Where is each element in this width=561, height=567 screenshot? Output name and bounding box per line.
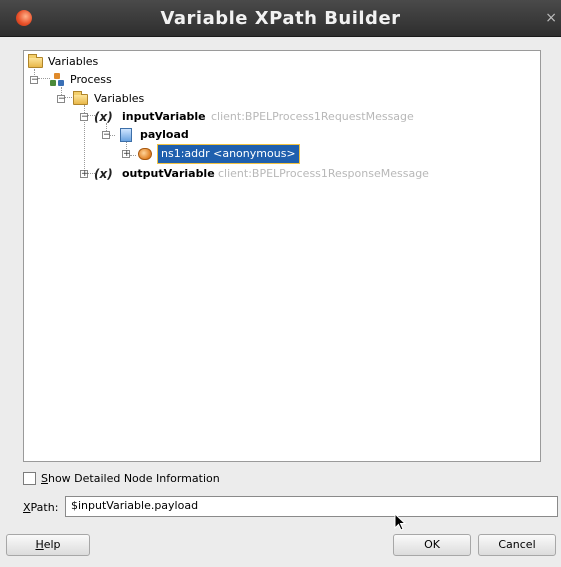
variables-tree[interactable]: Variables − Process − Variables − (x) in… [23, 50, 541, 462]
collapse-toggle-icon[interactable]: − [80, 113, 89, 122]
mouse-cursor-icon [394, 513, 407, 531]
message-part-icon [120, 128, 132, 142]
selected-node-label: ns1:addr <anonymous> [157, 144, 300, 164]
tree-node-payload[interactable]: − payload [102, 126, 222, 144]
folder-icon [73, 91, 88, 105]
collapse-toggle-icon[interactable]: − [30, 76, 39, 85]
ok-button[interactable]: OK [393, 534, 471, 556]
tree-node-process[interactable]: − Process [30, 71, 150, 89]
xpath-builder-dialog: Variable XPath Builder × Variables − Pro… [0, 0, 561, 567]
close-icon[interactable]: × [545, 10, 557, 26]
tree-node-label: Variables [94, 92, 145, 105]
variable-icon: (x) [94, 167, 113, 181]
tree-node-label: inputVariable [122, 110, 206, 123]
xpath-input[interactable]: $inputVariable.payload [65, 496, 558, 517]
xpath-label: XPath: [23, 501, 59, 514]
collapse-toggle-icon[interactable]: − [57, 95, 66, 104]
expand-toggle-icon[interactable]: + [122, 150, 131, 159]
dialog-title: Variable XPath Builder [160, 8, 401, 29]
title-bar: Variable XPath Builder × [0, 0, 561, 37]
variable-icon: (x) [94, 110, 113, 124]
show-detailed-label: Show Detailed Node Information [41, 472, 220, 485]
tree-node-label: outputVariable [122, 167, 215, 180]
help-button[interactable]: Help [6, 534, 90, 556]
tree-node-label: Variables [48, 55, 99, 68]
variable-type: client:BPELProcess1ResponseMessage [218, 167, 429, 180]
folder-icon [28, 54, 43, 68]
cancel-button[interactable]: Cancel [478, 534, 556, 556]
tree-node-label: payload [140, 128, 189, 141]
tree-node-variables[interactable]: − Variables [57, 90, 177, 108]
element-icon [138, 148, 152, 160]
process-icon [50, 73, 64, 87]
collapse-toggle-icon[interactable]: − [102, 131, 111, 140]
tree-node-label: Process [70, 73, 112, 86]
tree-node-output-variable[interactable]: + (x) outputVariable client:BPELProcess1… [80, 165, 520, 183]
variable-type: client:BPELProcess1RequestMessage [211, 110, 414, 123]
tree-node-input-variable[interactable]: − (x) inputVariable client:BPELProcess1R… [80, 108, 520, 126]
tree-node-ns1-addr[interactable]: + ns1:addr <anonymous> [122, 144, 362, 164]
show-detailed-checkbox[interactable] [23, 472, 36, 485]
expand-toggle-icon[interactable]: + [80, 170, 89, 179]
